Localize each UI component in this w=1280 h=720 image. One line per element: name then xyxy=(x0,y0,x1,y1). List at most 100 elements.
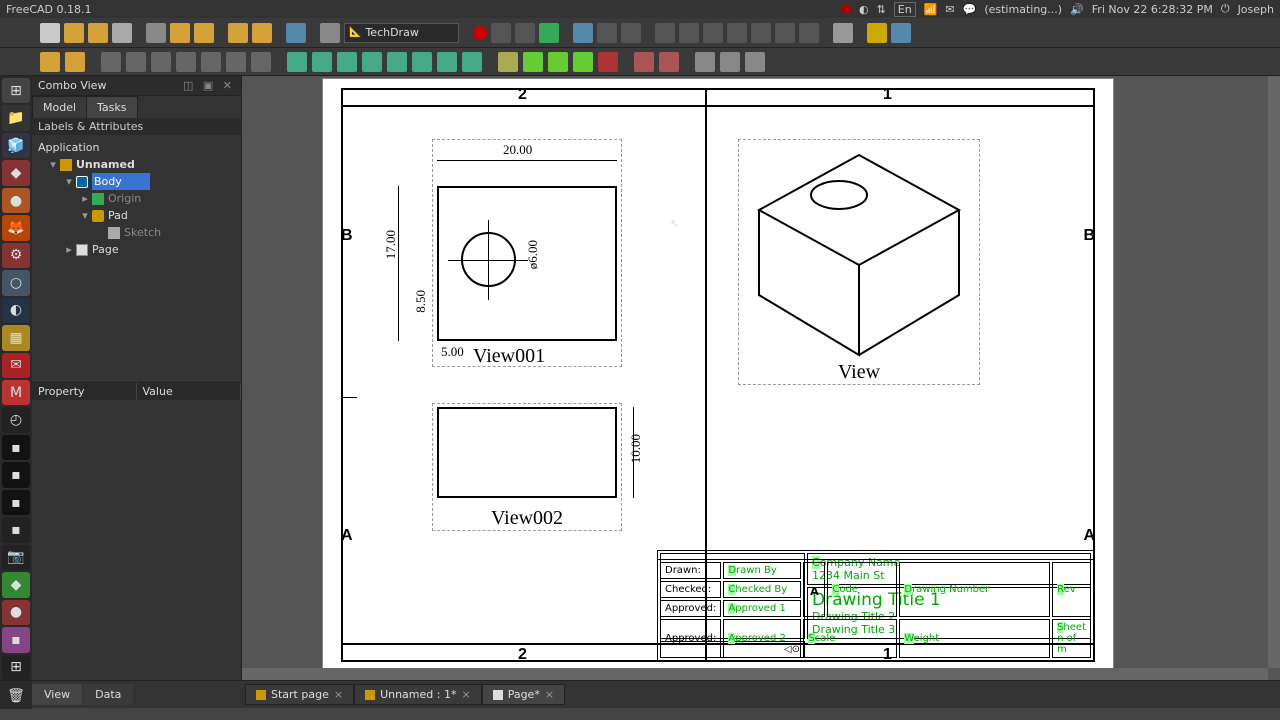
close-icon[interactable]: × xyxy=(334,688,343,701)
macro-record-icon[interactable] xyxy=(473,26,487,40)
dock-clock-icon[interactable]: ◴ xyxy=(2,407,30,432)
detail-icon[interactable] xyxy=(362,52,382,72)
view-iso[interactable]: View xyxy=(738,139,980,385)
tb-weight[interactable]: Weight xyxy=(899,619,1050,658)
lang-indicator[interactable]: En xyxy=(894,2,916,17)
dock-app13-icon[interactable]: ⊞ xyxy=(2,655,30,680)
tree-application[interactable]: Application xyxy=(38,139,235,156)
print-icon[interactable] xyxy=(112,23,132,43)
dim-horizontal-icon[interactable] xyxy=(126,52,146,72)
dim-length-icon[interactable] xyxy=(101,52,121,72)
iso-icon[interactable] xyxy=(655,23,675,43)
draft-view-icon[interactable] xyxy=(412,52,432,72)
tab-model[interactable]: Model xyxy=(32,96,87,118)
h-scrollbar[interactable] xyxy=(242,668,1268,680)
dock-app1-icon[interactable]: ◆ xyxy=(2,160,30,185)
tb-sheet[interactable]: Sheet n of m xyxy=(1052,619,1091,658)
macro-stop-icon[interactable] xyxy=(491,23,511,43)
fit-icon[interactable] xyxy=(573,23,593,43)
group-icon[interactable] xyxy=(891,23,911,43)
fit-sel-icon[interactable] xyxy=(597,23,617,43)
dock-app4-icon[interactable]: ◐ xyxy=(2,298,30,323)
sync-icon[interactable]: ⇅ xyxy=(877,3,886,16)
annotation-icon[interactable] xyxy=(387,52,407,72)
copy-icon[interactable] xyxy=(170,23,190,43)
tree-page[interactable]: ▸Page xyxy=(38,241,235,258)
export-dxf-icon[interactable] xyxy=(720,52,740,72)
clip-add-icon[interactable] xyxy=(659,52,679,72)
dock-mail-icon[interactable]: M xyxy=(2,380,30,405)
save-icon[interactable] xyxy=(88,23,108,43)
title-block-lower[interactable]: Drawn:Drawn By A Code Drawing Number Rev… xyxy=(657,559,1093,660)
mdi-area[interactable]: 2 1 2 1 B B A A 20.00 17.00 xyxy=(242,76,1280,680)
doc-tab-page[interactable]: Page*× xyxy=(482,684,565,705)
clock[interactable]: Fri Nov 22 6:28:32 PM xyxy=(1092,3,1213,16)
new-page-template-icon[interactable] xyxy=(65,52,85,72)
power-icon[interactable]: ⏻ xyxy=(1221,2,1230,16)
front-icon[interactable] xyxy=(679,23,699,43)
dock-app10-icon[interactable]: ◆ xyxy=(2,572,30,597)
doc-tab-unnamed[interactable]: Unnamed : 1*× xyxy=(354,684,482,705)
right-icon[interactable] xyxy=(727,23,747,43)
dock-app3-icon[interactable]: ○ xyxy=(2,270,30,295)
rear-icon[interactable] xyxy=(751,23,771,43)
export-page-icon[interactable] xyxy=(745,52,765,72)
dim-width[interactable]: 20.00 xyxy=(503,142,532,158)
tree-origin[interactable]: ▸Origin xyxy=(38,190,235,207)
dock-cam-icon[interactable]: 📷 xyxy=(2,545,30,570)
tree-document[interactable]: ▾Unnamed xyxy=(38,156,235,173)
dim-depth[interactable]: 10.00 xyxy=(628,434,644,463)
dock-app2-icon[interactable]: ● xyxy=(2,188,30,213)
toggle-frame-icon[interactable] xyxy=(598,52,618,72)
macro-edit-icon[interactable] xyxy=(515,23,535,43)
workbench-selector[interactable]: TechDraw xyxy=(344,23,459,43)
dock-files-icon[interactable]: 📁 xyxy=(2,105,30,130)
refresh-icon[interactable] xyxy=(286,23,306,43)
tb-check[interactable]: Checked By xyxy=(723,581,801,598)
measure-icon[interactable] xyxy=(833,23,853,43)
dim-angle-icon[interactable] xyxy=(226,52,246,72)
dock-settings-icon[interactable]: ⚙ xyxy=(2,243,30,268)
view001[interactable]: 20.00 17.00 8.50 5.00 ø6.00 View001 xyxy=(432,139,622,367)
tb-app2[interactable]: Approved 2 xyxy=(723,619,801,658)
wifi-icon[interactable]: 📶 xyxy=(924,3,938,16)
tb-drawn[interactable]: Drawn By xyxy=(723,562,801,579)
dock-app7-icon[interactable]: ▪ xyxy=(2,462,30,487)
macro-run-icon[interactable] xyxy=(539,23,559,43)
dock-app11-icon[interactable]: ● xyxy=(2,600,30,625)
doc-tab-start[interactable]: Start page× xyxy=(245,684,354,705)
dim-height[interactable]: 17.00 xyxy=(383,230,399,259)
tb-scale[interactable]: Scale xyxy=(803,619,897,658)
tb-rev-hdr[interactable]: A xyxy=(810,585,819,598)
user-name[interactable]: Joseph xyxy=(1238,3,1274,16)
section-icon[interactable] xyxy=(337,52,357,72)
bottom-icon[interactable] xyxy=(775,23,795,43)
bottom-tab-data[interactable]: Data xyxy=(83,684,133,705)
tab-tasks[interactable]: Tasks xyxy=(86,96,137,118)
dim-vertical-icon[interactable] xyxy=(151,52,171,72)
dock-term-icon[interactable]: ▪ xyxy=(2,435,30,460)
close-icon[interactable]: × xyxy=(461,688,470,701)
dock-app6-icon[interactable]: ✉ xyxy=(2,353,30,378)
hatch-icon[interactable] xyxy=(498,52,518,72)
dock-trash-icon[interactable]: 🗑 xyxy=(2,683,30,709)
bottom-tab-view[interactable]: View xyxy=(32,684,82,705)
draw-style-icon[interactable] xyxy=(621,23,641,43)
open-icon[interactable] xyxy=(64,23,84,43)
dock-freecad-icon[interactable]: 🧊 xyxy=(2,133,30,158)
dock-firefox-icon[interactable]: 🦊 xyxy=(2,215,30,240)
dim-radius-icon[interactable] xyxy=(176,52,196,72)
dock-app5-icon[interactable]: ▦ xyxy=(2,325,30,350)
dock-show-apps-icon[interactable]: ⊞ xyxy=(2,78,30,103)
cut-icon[interactable] xyxy=(146,23,166,43)
insert-view-icon[interactable] xyxy=(287,52,307,72)
clip-icon[interactable] xyxy=(634,52,654,72)
arch-view-icon[interactable] xyxy=(437,52,457,72)
tb-code[interactable]: Code xyxy=(827,562,897,617)
panel-controls[interactable]: ◫ ▣ ✕ xyxy=(183,79,235,92)
drawing-page[interactable]: 2 1 2 1 B B A A 20.00 17.00 xyxy=(322,78,1114,672)
volume-icon[interactable]: 🔊 xyxy=(1070,3,1084,16)
part-icon[interactable] xyxy=(867,23,887,43)
dock-app8-icon[interactable]: ▪ xyxy=(2,490,30,515)
redo-icon[interactable] xyxy=(252,23,272,43)
